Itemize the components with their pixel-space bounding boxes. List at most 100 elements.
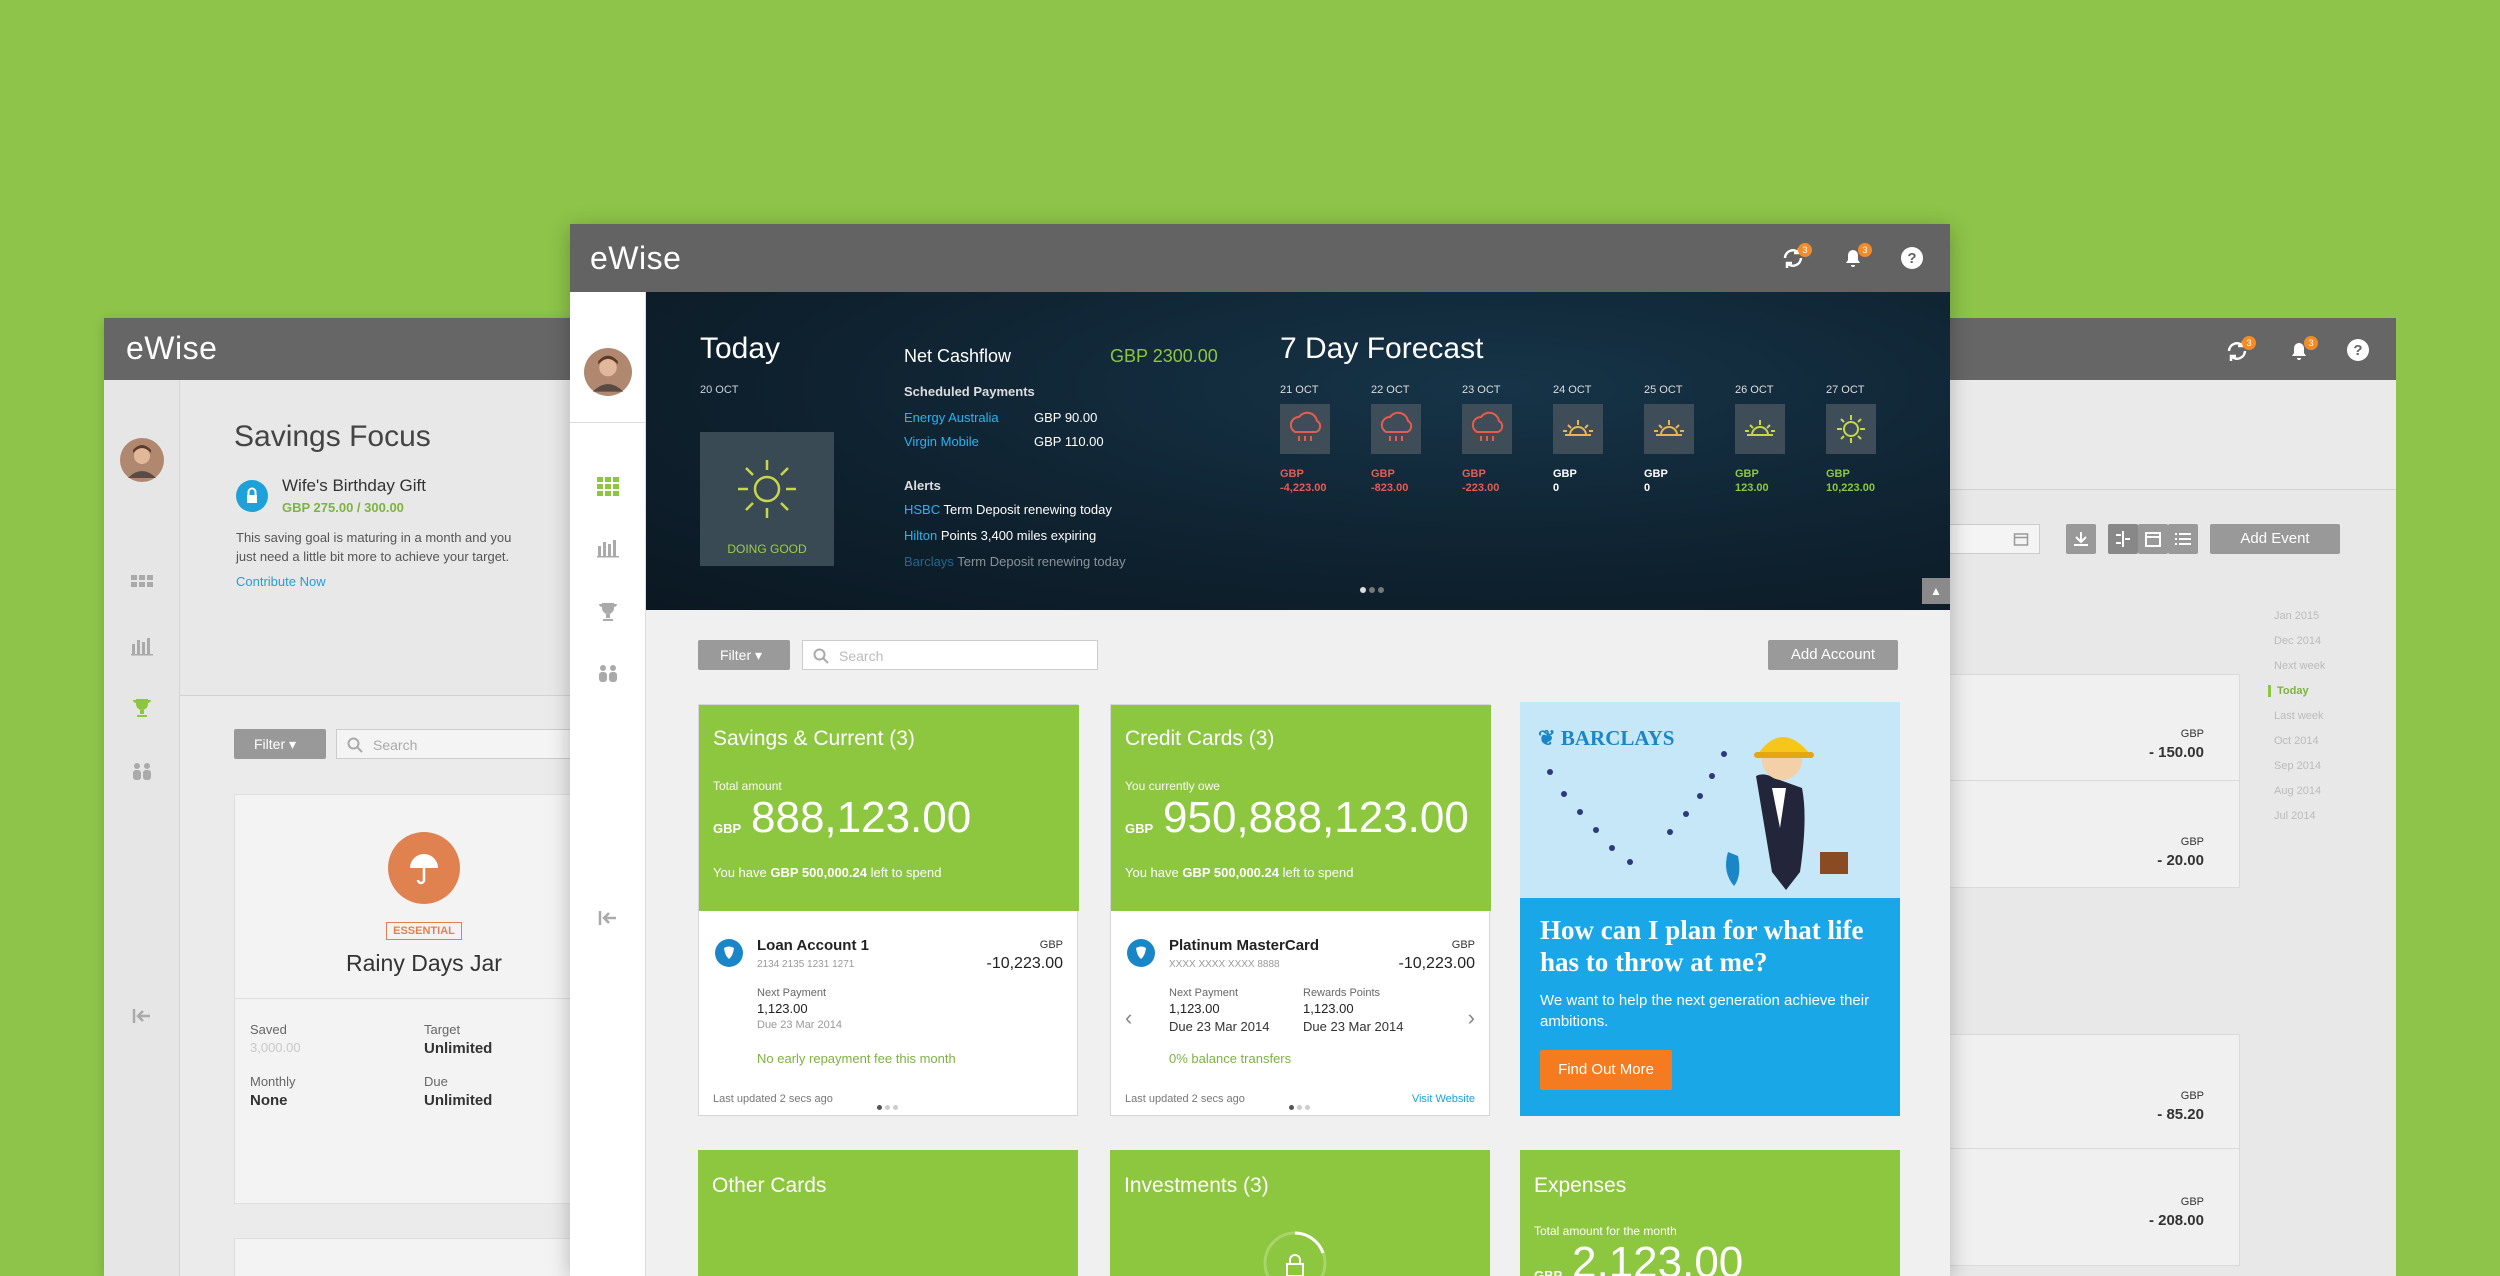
avatar[interactable] xyxy=(584,348,632,396)
list-icon xyxy=(2175,533,2191,545)
savings-current-card[interactable]: Savings & Current (3) Total amount GBP 8… xyxy=(698,704,1079,1116)
carousel-dot[interactable] xyxy=(877,1105,882,1110)
card-summary: Savings & Current (3) Total amount GBP 8… xyxy=(699,705,1079,911)
forecast-day[interactable]: 22 OCT GBP -823.00 xyxy=(1371,384,1431,494)
forecast-date: 22 OCT xyxy=(1371,384,1410,396)
forecast-day[interactable]: 21 OCT GBP -4,223.00 xyxy=(1280,384,1340,494)
forecast-currency: GBP xyxy=(1826,468,1850,480)
trophy-icon[interactable] xyxy=(594,598,622,626)
left-suffix: left to spend xyxy=(1282,865,1354,880)
forecast-day[interactable]: 24 OCT GBP 0 xyxy=(1553,384,1613,494)
collapse-hero-button[interactable]: ▲ xyxy=(1922,578,1950,604)
timeline-item[interactable]: Today xyxy=(2268,685,2309,697)
alert-item[interactable]: HSBC Term Deposit renewing today xyxy=(904,502,1112,517)
left-to-spend: You have GBP 500,000.24 left to spend xyxy=(1125,865,1353,880)
left-prefix: You have xyxy=(1125,865,1179,880)
view-timeline-button[interactable] xyxy=(2108,524,2138,554)
next-account-button[interactable]: › xyxy=(1468,1005,1475,1031)
help-icon[interactable]: ? xyxy=(2346,338,2370,362)
card-title: Expenses xyxy=(1534,1174,1627,1197)
alert-item[interactable]: Hilton Points 3,400 miles expiring xyxy=(904,528,1096,543)
forecast-day[interactable]: 26 OCT GBP 123.00 xyxy=(1735,384,1795,494)
search-placeholder: Search xyxy=(839,648,884,664)
collapse-sidebar-icon[interactable] xyxy=(128,1002,156,1030)
payment-name-link[interactable]: Virgin Mobile xyxy=(904,434,979,449)
chart-icon[interactable] xyxy=(128,632,156,660)
app-logo: eWise xyxy=(590,240,682,276)
forecast-day[interactable]: 23 OCT GBP -223.00 xyxy=(1462,384,1522,494)
card-carousel-dots[interactable] xyxy=(877,1097,901,1115)
timeline-item[interactable]: Next week xyxy=(2274,660,2325,672)
payment-name-link[interactable]: Energy Australia xyxy=(904,410,999,425)
goals-icon[interactable] xyxy=(128,758,156,786)
forecast-day[interactable]: 25 OCT GBP 0 xyxy=(1644,384,1704,494)
carousel-dot[interactable] xyxy=(1305,1105,1310,1110)
timeline-item[interactable]: Oct 2014 xyxy=(2274,735,2319,747)
card-title: Credit Cards (3) xyxy=(1125,727,1275,750)
credit-cards-card[interactable]: Credit Cards (3) You currently owe GBP 9… xyxy=(1110,704,1491,1116)
card-carousel-dots[interactable] xyxy=(1289,1097,1313,1115)
timeline-item[interactable]: Jul 2014 xyxy=(2274,810,2316,822)
sunrise-icon xyxy=(1735,404,1785,454)
dashboard-icon[interactable] xyxy=(128,570,156,598)
last-updated: Last updated 2 secs ago xyxy=(713,1093,833,1105)
contribute-now-link[interactable]: Contribute Now xyxy=(236,574,326,589)
carousel-dot[interactable] xyxy=(1289,1105,1294,1110)
goals-icon[interactable] xyxy=(594,660,622,688)
alert-text: Points 3,400 miles expiring xyxy=(940,528,1097,543)
timeline-item[interactable]: Dec 2014 xyxy=(2274,635,2321,647)
filter-button[interactable]: Filter ▾ xyxy=(698,640,790,670)
other-cards-card[interactable]: Other Cards xyxy=(698,1150,1078,1276)
net-cashflow-label: Net Cashflow xyxy=(904,346,1012,366)
carousel-dots[interactable] xyxy=(1360,580,1387,598)
dashboard-icon[interactable] xyxy=(594,472,622,500)
add-account-button[interactable]: Add Account xyxy=(1768,640,1898,670)
trophy-icon[interactable] xyxy=(128,694,156,722)
payment-amount: GBP 110.00 xyxy=(1034,434,1104,449)
carousel-dot[interactable] xyxy=(1297,1105,1302,1110)
rain-icon xyxy=(1280,404,1330,454)
view-calendar-button[interactable] xyxy=(2138,524,2168,554)
account-currency: GBP xyxy=(1039,939,1063,951)
filter-button[interactable]: Filter ▾ xyxy=(234,729,326,759)
rewards-due: Due 23 Mar 2014 xyxy=(1303,1019,1404,1034)
investments-card[interactable]: Investments (3) xyxy=(1110,1150,1490,1276)
carousel-dot[interactable] xyxy=(885,1105,890,1110)
help-icon[interactable]: ? xyxy=(1900,246,1924,270)
visit-website-link[interactable]: Visit Website xyxy=(1412,1093,1475,1105)
forecast-date: 25 OCT xyxy=(1644,384,1683,396)
collapse-sidebar-icon[interactable] xyxy=(594,904,622,932)
carousel-dot[interactable] xyxy=(1360,587,1366,593)
alerts-label: Alerts xyxy=(904,478,941,493)
barclays-ad[interactable]: ❦ BARCLAYS How can I plan for what life … xyxy=(1520,702,1900,1116)
dashboard-hero: Today 20 OCT DOING GOOD Net Cashflow GBP… xyxy=(646,292,1950,610)
today-date: 20 OCT xyxy=(700,384,739,396)
timeline-item[interactable]: Jan 2015 xyxy=(2274,610,2319,622)
account-note: No early repayment fee this month xyxy=(757,1051,956,1066)
filter-label: Filter xyxy=(720,647,752,663)
calendar-icon xyxy=(2013,533,2029,546)
card-title: Other Cards xyxy=(712,1174,827,1197)
find-out-more-button[interactable]: Find Out More xyxy=(1540,1050,1672,1090)
event-gbp: GBP xyxy=(2180,836,2204,848)
download-button[interactable] xyxy=(2066,524,2096,554)
carousel-dot[interactable] xyxy=(893,1105,898,1110)
alert-item[interactable]: Barclays Term Deposit renewing today xyxy=(904,554,1126,569)
forecast-day[interactable]: 27 OCT GBP 10,223.00 xyxy=(1826,384,1886,494)
timeline-item[interactable]: Aug 2014 xyxy=(2274,785,2321,797)
search-input[interactable]: Search xyxy=(336,729,596,759)
timeline-item[interactable]: Sep 2014 xyxy=(2274,760,2321,772)
prev-account-button[interactable]: ‹ xyxy=(1125,1005,1132,1031)
search-input[interactable]: Search xyxy=(802,640,1098,670)
add-event-button[interactable]: Add Event xyxy=(2210,524,2340,554)
card-title: Savings & Current (3) xyxy=(713,727,915,750)
expenses-card[interactable]: Expenses Total amount for the month GBP … xyxy=(1520,1150,1900,1276)
next-payment-label: Next Payment xyxy=(757,987,827,999)
carousel-dot[interactable] xyxy=(1369,587,1375,593)
avatar[interactable] xyxy=(120,438,164,482)
timeline-item[interactable]: Last week xyxy=(2274,710,2324,722)
carousel-dot[interactable] xyxy=(1378,587,1384,593)
view-list-button[interactable] xyxy=(2168,524,2198,554)
ad-body: We want to help the next generation achi… xyxy=(1540,992,1870,1030)
chart-icon[interactable] xyxy=(594,534,622,562)
